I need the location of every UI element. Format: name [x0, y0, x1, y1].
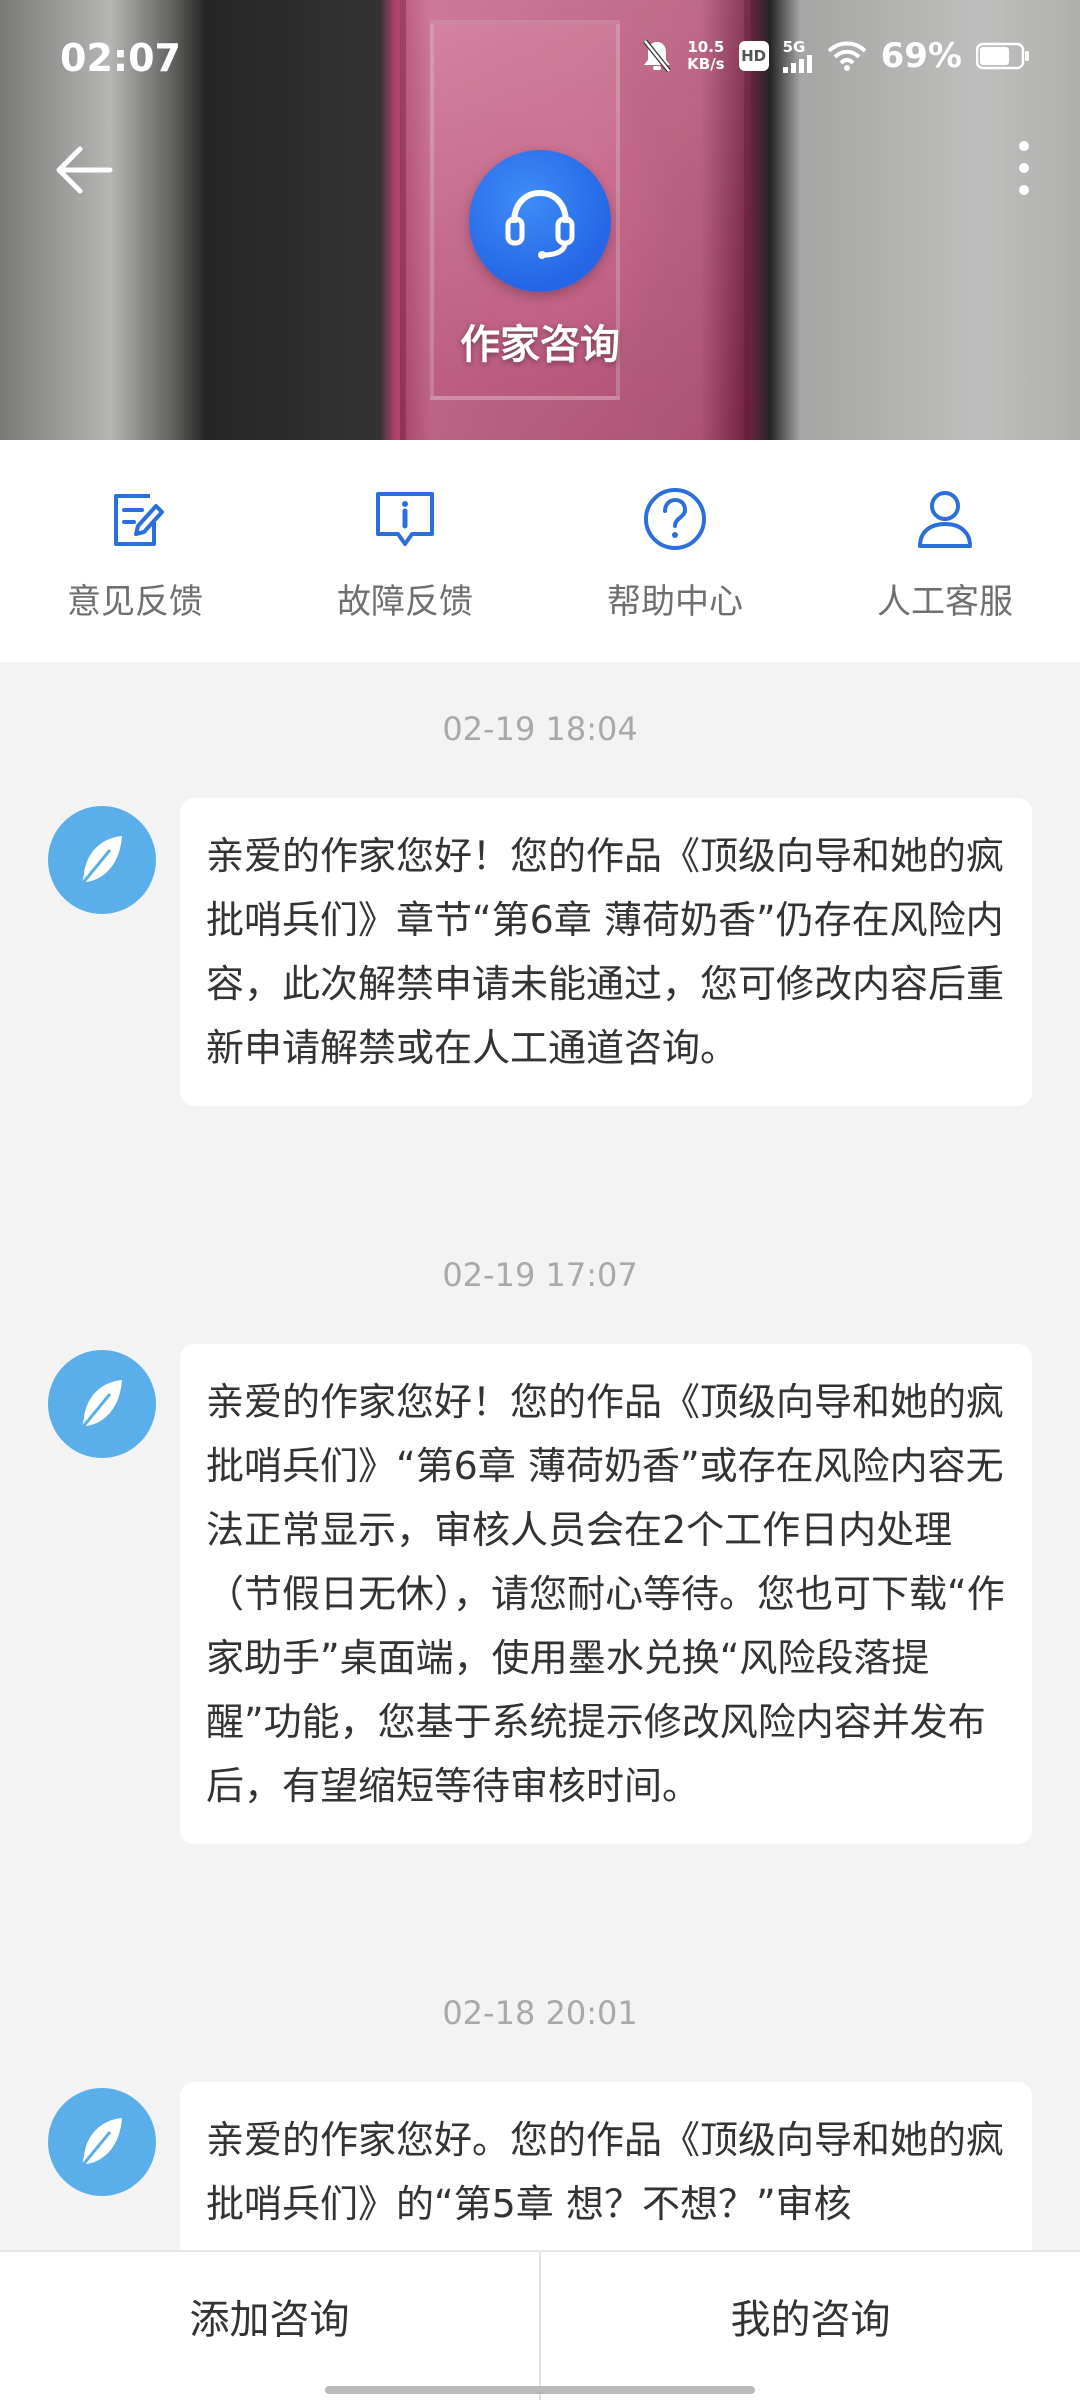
- action-label: 故障反馈: [337, 582, 473, 622]
- person-icon: [918, 491, 972, 548]
- message-bubble: 亲爱的作家您好！您的作品《顶级向导和她的疯批哨兵们》章节“第6章 薄荷奶香”仍存…: [180, 798, 1032, 1106]
- my-consultations-button[interactable]: 我的咨询: [541, 2252, 1080, 2400]
- status-time: 02:07: [60, 36, 181, 80]
- help-icon: [644, 488, 706, 550]
- feather-icon: [80, 1380, 122, 1429]
- net-speed-unit: KB/s: [687, 55, 725, 73]
- more-vertical-icon[interactable]: [1004, 136, 1044, 200]
- action-label: 帮助中心: [607, 582, 743, 622]
- fault-report-icon: [376, 492, 434, 546]
- feather-icon: [80, 836, 122, 885]
- system-avatar: [48, 1350, 156, 1458]
- system-avatar: [48, 2088, 156, 2196]
- wifi-icon: [827, 41, 867, 71]
- system-avatar: [48, 806, 156, 914]
- headset-icon: [505, 189, 575, 259]
- action-help-center[interactable]: 帮助中心: [540, 440, 810, 662]
- message-timestamp: 02-19 18:04: [442, 710, 638, 748]
- battery-icon: [976, 42, 1029, 70]
- service-logo: [469, 150, 611, 292]
- home-indicator[interactable]: [325, 2386, 755, 2394]
- net-speed-value: 10.5: [687, 38, 725, 56]
- signal-icon: 5G: [782, 37, 813, 73]
- action-fault-report[interactable]: 故障反馈: [270, 440, 540, 662]
- message-timestamp: 02-19 17:07: [442, 1256, 638, 1294]
- back-arrow-icon[interactable]: [52, 138, 116, 202]
- action-feedback[interactable]: 意见反馈: [0, 440, 270, 662]
- network-type: 5G: [782, 37, 806, 56]
- hd-badge-text: HD: [741, 47, 767, 65]
- page-title: 作家咨询: [460, 322, 620, 368]
- net-speed: 10.5 KB/s: [687, 39, 724, 73]
- mute-icon: [643, 39, 672, 73]
- action-label: 意见反馈: [67, 582, 203, 622]
- battery-percent: 69%: [880, 36, 962, 76]
- action-label: 人工客服: [877, 582, 1013, 622]
- feather-icon: [80, 2118, 122, 2167]
- add-consultation-button[interactable]: 添加咨询: [0, 2252, 539, 2400]
- message-timestamp: 02-18 20:01: [442, 1994, 638, 2032]
- feedback-edit-icon: [114, 494, 164, 546]
- status-bar: 02:07 10.5 KB/s HD 5G 69%: [0, 0, 1080, 120]
- message-bubble: 亲爱的作家您好！您的作品《顶级向导和她的疯批哨兵们》“第6章 薄荷奶香”或存在风…: [180, 1344, 1032, 1844]
- bottom-bar: 添加咨询 我的咨询: [0, 2250, 1080, 2400]
- quick-actions: 意见反馈 故障反馈 帮助中心 人工客服: [0, 440, 1080, 662]
- hd-icon: HD: [738, 41, 769, 71]
- message-bubble: 亲爱的作家您好。您的作品《顶级向导和她的疯批哨兵们》的“第5章 想？不想？”审核: [180, 2082, 1032, 2250]
- message-feed[interactable]: 02-19 18:04 亲爱的作家您好！您的作品《顶级向导和她的疯批哨兵们》章节…: [0, 662, 1080, 2250]
- action-human-service[interactable]: 人工客服: [810, 440, 1080, 662]
- status-icons: 10.5 KB/s HD 5G 69%: [641, 36, 1030, 76]
